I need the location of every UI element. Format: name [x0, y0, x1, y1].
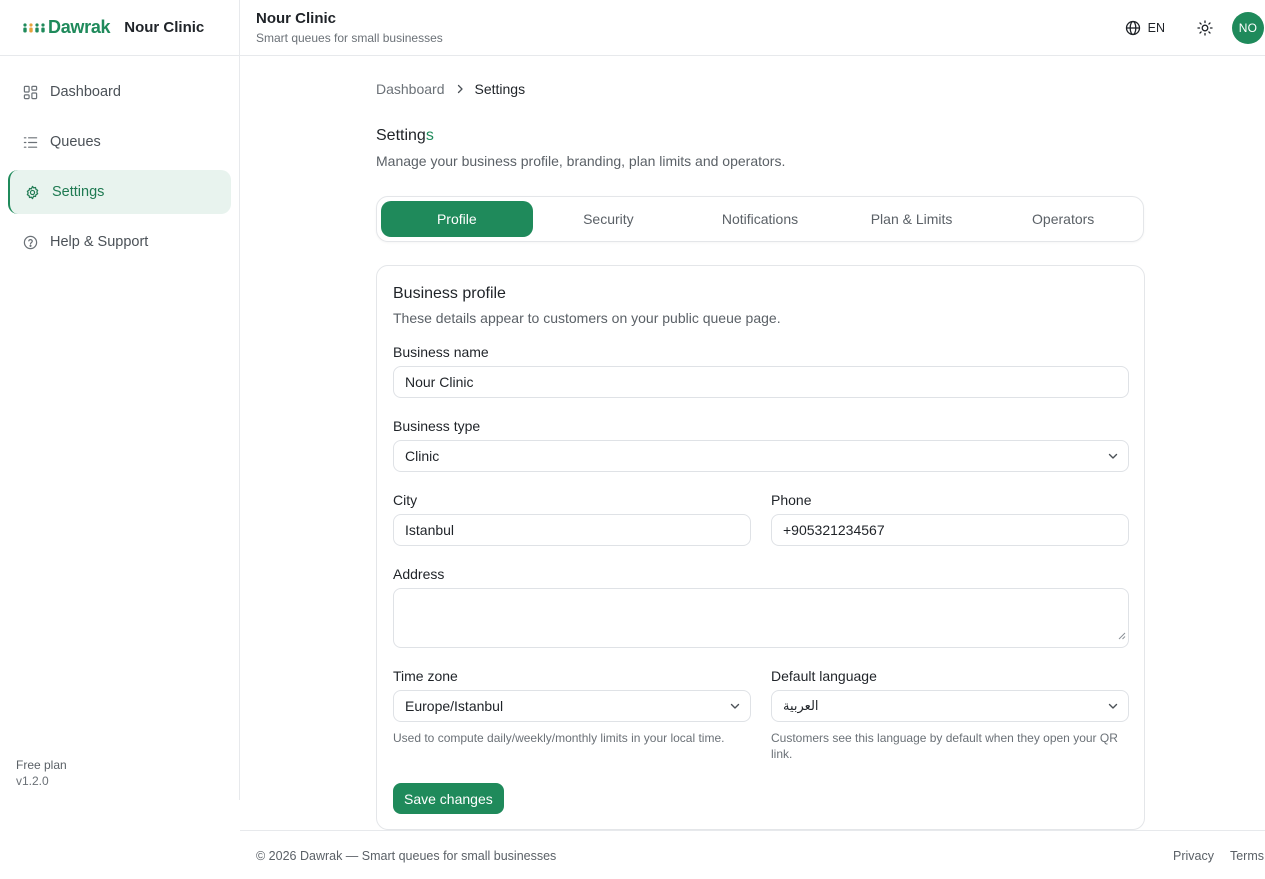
- page-title-text: Setting: [376, 127, 426, 144]
- terms-link[interactable]: Terms: [1230, 849, 1264, 863]
- phone-wrapper: [771, 514, 1129, 546]
- list-icon: [22, 134, 38, 150]
- brand-business-name: Nour Clinic: [124, 19, 205, 36]
- plan-name: Free plan: [16, 758, 67, 772]
- business-type-select[interactable]: Clinic: [393, 440, 1129, 472]
- business-type-label: Business type: [393, 418, 481, 434]
- privacy-link[interactable]: Privacy: [1173, 849, 1214, 863]
- tab-operators[interactable]: Operators: [987, 201, 1139, 237]
- brand-logo[interactable]: Dawrak: [22, 17, 111, 38]
- business-type-value: Clinic: [393, 440, 1129, 472]
- breadcrumb-parent-link[interactable]: Dashboard: [376, 81, 445, 97]
- language-code: EN: [1147, 21, 1165, 35]
- tab-plan-limits[interactable]: Plan & Limits: [836, 201, 988, 237]
- default-language-value: العربية: [771, 690, 1129, 722]
- people-queue-icon: [23, 22, 45, 32]
- footer-copyright: © 2026 Dawrak — Smart queues for small b…: [256, 849, 557, 863]
- plan-info: Free plan v1.2.0: [16, 757, 67, 789]
- phone-input[interactable]: [771, 514, 1129, 546]
- sidebar-item-dashboard[interactable]: Dashboard: [8, 70, 231, 114]
- business-name-wrapper: [393, 366, 1129, 398]
- settings-tabs: Profile Security Notifications Plan & Li…: [376, 196, 1144, 242]
- grid-icon: [22, 84, 38, 100]
- breadcrumb: Dashboard Settings: [376, 81, 525, 97]
- header-subtitle: Smart queues for small businesses: [256, 30, 443, 45]
- time-zone-select[interactable]: Europe/Istanbul: [393, 690, 751, 722]
- page-title: Settings: [376, 127, 434, 145]
- footer-links: Privacy Terms: [1173, 849, 1264, 863]
- tab-notifications[interactable]: Notifications: [684, 201, 836, 237]
- default-language-help: Customers see this language by default w…: [771, 731, 1118, 761]
- chevron-down-icon: [1107, 450, 1119, 462]
- chevron-down-icon: [729, 700, 741, 712]
- header-titles: Nour Clinic Smart queues for small busin…: [256, 10, 443, 46]
- chevron-down-icon: [1107, 700, 1119, 712]
- business-name-input[interactable]: [393, 366, 1129, 398]
- header-title: Nour Clinic: [256, 9, 337, 27]
- language-switcher[interactable]: EN: [1125, 20, 1165, 36]
- resize-grip-icon[interactable]: [1118, 627, 1126, 645]
- app-version: v1.2.0: [16, 774, 49, 788]
- chevron-right-icon: [455, 84, 465, 94]
- breadcrumb-current: Settings: [474, 81, 526, 97]
- brand-bar: Dawrak Nour Clinic: [0, 0, 239, 56]
- business-profile-card: Business profile These details appear to…: [376, 265, 1145, 830]
- theme-toggle-button[interactable]: [1195, 18, 1215, 38]
- city-input[interactable]: [393, 514, 751, 546]
- sidebar: Dawrak Nour Clinic Dashboard Queues Sett…: [0, 0, 240, 800]
- avatar[interactable]: NO: [1232, 12, 1264, 44]
- sidebar-item-settings[interactable]: Settings: [8, 170, 231, 214]
- address-label: Address: [393, 566, 445, 582]
- time-zone-value: Europe/Istanbul: [393, 690, 751, 722]
- tab-security[interactable]: Security: [533, 201, 685, 237]
- default-language-select[interactable]: العربية: [771, 690, 1129, 722]
- sidebar-item-queues[interactable]: Queues: [8, 120, 231, 164]
- sun-icon: [1197, 20, 1213, 36]
- page-title-accent: s: [425, 127, 434, 144]
- card-title: Business profile: [393, 285, 506, 302]
- sidebar-item-label: Help & Support: [50, 234, 149, 250]
- gear-icon: [24, 184, 40, 200]
- save-changes-button[interactable]: Save changes: [393, 783, 504, 814]
- page-description: Manage your business profile, branding, …: [376, 153, 786, 169]
- sidebar-item-label: Settings: [52, 184, 105, 200]
- help-circle-icon: [22, 234, 38, 250]
- city-label: City: [393, 492, 418, 508]
- sidebar-item-label: Queues: [50, 134, 101, 150]
- sidebar-nav: Dashboard Queues Settings Help & Support: [0, 56, 239, 264]
- tab-profile[interactable]: Profile: [381, 201, 533, 237]
- business-name-label: Business name: [393, 344, 489, 360]
- city-wrapper: [393, 514, 751, 546]
- time-zone-help: Used to compute daily/weekly/monthly lim…: [393, 731, 725, 745]
- top-header: Nour Clinic Smart queues for small busin…: [240, 0, 1265, 56]
- sidebar-item-label: Dashboard: [50, 84, 121, 100]
- phone-label: Phone: [771, 492, 812, 508]
- footer: © 2026 Dawrak — Smart queues for small b…: [240, 830, 1265, 879]
- brand-logo-text: Dawrak: [48, 17, 111, 37]
- sidebar-item-help-support[interactable]: Help & Support: [8, 220, 231, 264]
- card-description: These details appear to customers on you…: [393, 310, 781, 326]
- globe-icon: [1125, 20, 1141, 36]
- address-textarea[interactable]: [393, 588, 1129, 648]
- time-zone-label: Time zone: [393, 668, 458, 684]
- default-language-label: Default language: [771, 668, 877, 684]
- header-actions: EN NO: [1125, 12, 1264, 44]
